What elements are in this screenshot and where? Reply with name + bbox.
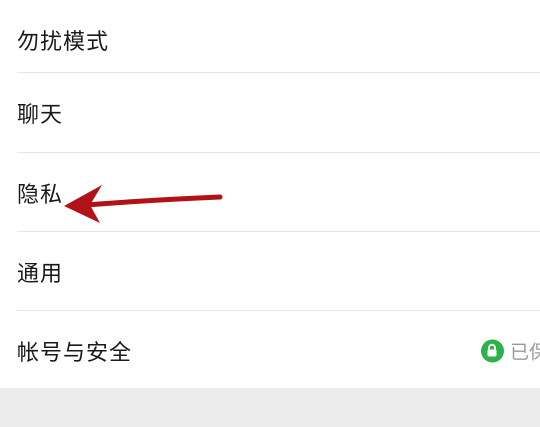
lock-icon [480,339,504,362]
settings-page: 勿扰模式 聊天 隐私 通用 帐号与安全 已保 [0,0,540,427]
settings-list: 勿扰模式 聊天 隐私 通用 帐号与安全 已保 [0,0,540,388]
settings-item-label: 隐私 [17,182,64,208]
settings-item-account-security[interactable]: 帐号与安全 已保 [0,311,540,390]
account-status: 已保 [480,337,540,364]
settings-item-general[interactable]: 通用 [0,232,540,311]
settings-item-label: 勿扰模式 [17,29,110,55]
settings-item-label: 通用 [17,261,64,287]
settings-item-chat[interactable]: 聊天 [0,73,540,152]
settings-item-privacy[interactable]: 隐私 [0,153,540,232]
settings-item-label: 帐号与安全 [17,340,133,366]
section-gap [0,388,540,427]
settings-item-do-not-disturb[interactable]: 勿扰模式 [0,0,540,79]
settings-item-label: 聊天 [17,102,64,128]
account-status-text: 已保 [509,341,540,363]
